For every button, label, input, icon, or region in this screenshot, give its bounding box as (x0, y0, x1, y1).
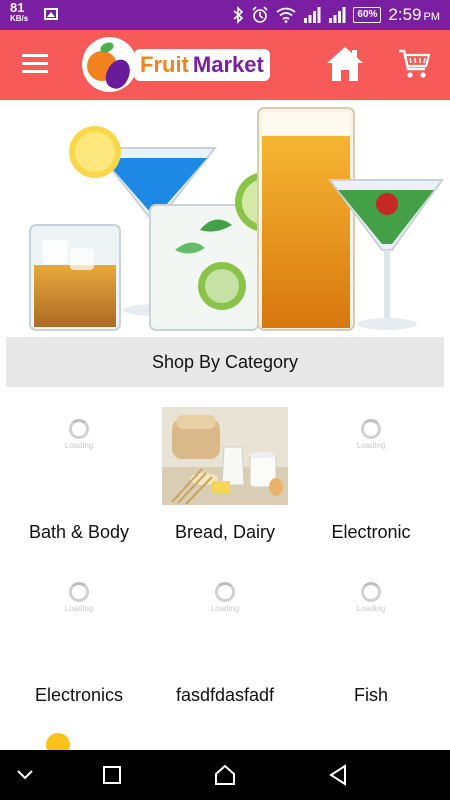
category-label: Electronics (34, 685, 124, 705)
loading-spinner-icon (361, 582, 381, 602)
next-row-image-peek (46, 733, 70, 750)
chevron-down-icon (17, 770, 33, 780)
nav-recents-button[interactable] (87, 750, 137, 800)
loading-spinner-icon (215, 582, 235, 602)
loading-text: Loading (356, 604, 386, 613)
loading-placeholder: Loading (59, 582, 99, 613)
category-item-bath-body[interactable]: Loading Bath & Body (6, 387, 152, 550)
nav-down-button[interactable] (0, 750, 50, 800)
loading-text: Loading (64, 604, 94, 613)
cart-icon (399, 49, 431, 78)
loading-spinner-icon (361, 419, 381, 439)
status-bar: 81 KB/s 60% 2:59 PM (0, 0, 450, 30)
clock: 2:59 PM (388, 5, 440, 25)
nav-home-button[interactable] (200, 750, 250, 800)
signal-icon-2 (329, 7, 346, 23)
category-section: Shop By Category Loading Bath & Body Bre… (6, 337, 444, 750)
back-triangle-icon (329, 764, 346, 786)
app-bar: Fruit Market (0, 30, 450, 100)
loading-placeholder: Loading (59, 419, 99, 450)
category-label: Bath & Body (28, 522, 130, 542)
clock-ampm: PM (423, 11, 441, 23)
category-item-electronic[interactable]: Loading Electronic (298, 387, 444, 550)
gallery-icon (44, 8, 58, 20)
wifi-icon (276, 7, 296, 23)
bluetooth-icon (233, 6, 244, 24)
app-logo[interactable]: Fruit Market (82, 35, 272, 95)
drinks-banner-image (29, 107, 444, 331)
category-item-electronics[interactable]: Loading Electronics (6, 550, 152, 713)
square-icon (103, 766, 121, 784)
category-item-fasdfdasfadf[interactable]: Loading fasdfdasfadf (152, 550, 298, 713)
logo-word-market: Market (192, 52, 264, 77)
loading-text: Loading (64, 441, 94, 450)
logo-text: Fruit Market (134, 49, 270, 81)
home-button[interactable] (325, 44, 365, 84)
loading-spinner-icon (69, 419, 89, 439)
alarm-icon (252, 6, 268, 23)
network-speed-unit: KB/s (10, 14, 29, 23)
category-label: Fish (353, 685, 388, 705)
loading-spinner-icon (69, 582, 89, 602)
battery-indicator: 60% (353, 7, 382, 23)
clock-time: 2:59 (388, 5, 422, 24)
logo-badge (82, 37, 137, 93)
category-grid: Loading Bath & Body Bread, Dairy Loading… (6, 387, 444, 713)
nav-back-button[interactable] (313, 750, 363, 800)
system-nav-bar (0, 750, 450, 800)
category-label: fasdfdasfadf (175, 685, 275, 705)
hamburger-icon (22, 54, 48, 73)
home-icon (327, 47, 363, 81)
bread-dairy-image (162, 407, 288, 505)
promo-banner[interactable] (0, 100, 450, 332)
loading-placeholder: Loading (351, 582, 391, 613)
loading-placeholder: Loading (205, 582, 245, 613)
category-label: Electronic (331, 522, 411, 542)
loading-text: Loading (210, 604, 240, 613)
menu-button[interactable] (22, 54, 48, 74)
category-label: Bread, Dairy (174, 522, 276, 542)
signal-icon (304, 7, 321, 23)
loading-text: Loading (356, 441, 386, 450)
home-outline-icon (215, 764, 235, 785)
status-indicators: 60% 2:59 PM (232, 0, 440, 30)
cart-button[interactable] (398, 48, 431, 80)
category-header: Shop By Category (6, 337, 444, 387)
category-item-bread-dairy[interactable]: Bread, Dairy (152, 387, 298, 550)
loading-placeholder: Loading (351, 419, 391, 450)
logo-word-fruit: Fruit (140, 52, 189, 77)
network-speed: 81 KB/s (10, 0, 29, 24)
category-item-fish[interactable]: Loading Fish (298, 550, 444, 713)
network-speed-value: 81 (10, 0, 25, 15)
